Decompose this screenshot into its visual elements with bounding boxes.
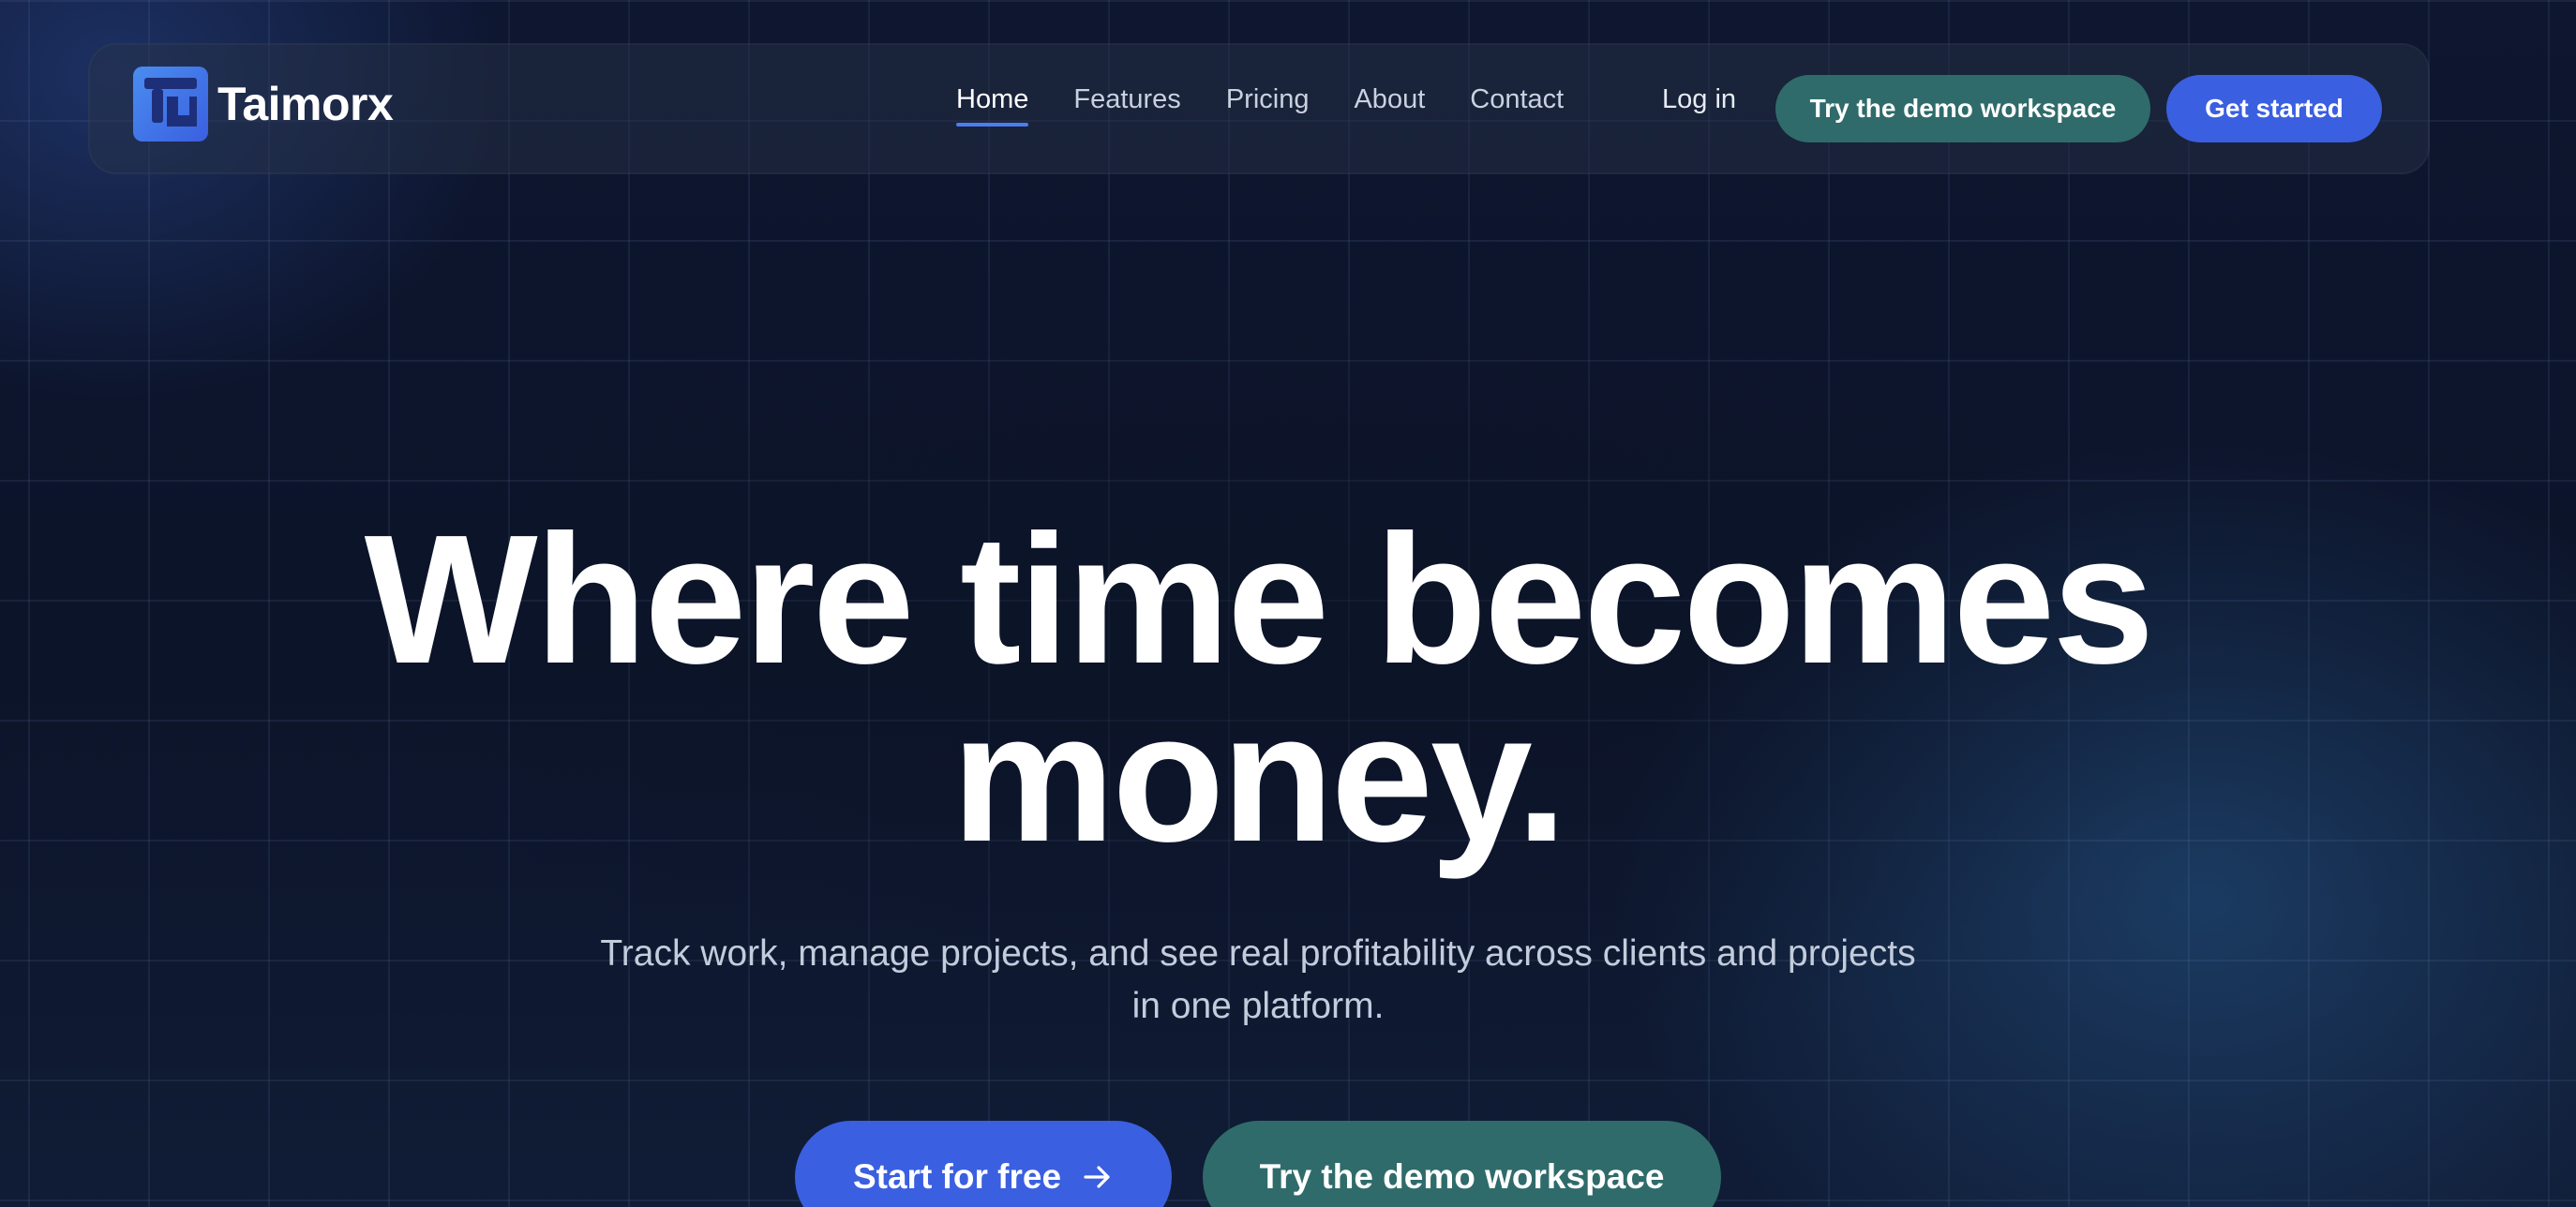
brand-name: Taimorx <box>217 78 394 130</box>
hero-title-line-2: money. <box>951 675 1567 880</box>
nav-link-about[interactable]: About <box>1354 84 1425 123</box>
arrow-right-icon <box>1082 1161 1114 1193</box>
brand-logo-link[interactable]: Taimorx <box>133 66 394 142</box>
hero-subtitle: Track work, manage projects, and see rea… <box>538 928 1978 1033</box>
hero-title-line-1: Where time becomes <box>364 497 2155 702</box>
nav-link-features[interactable]: Features <box>1073 84 1180 123</box>
hero-subtitle-line-1: Track work, manage projects, and see rea… <box>600 933 1916 974</box>
nav-link-contact[interactable]: Contact <box>1470 84 1564 123</box>
nav-links: Home Features Pricing About Contact <box>956 84 1609 127</box>
login-link[interactable]: Log in <box>1662 84 1736 115</box>
start-for-free-button[interactable]: Start for free <box>795 1121 1172 1207</box>
taimorx-logo-icon <box>133 67 208 142</box>
nav-link-home[interactable]: Home <box>956 84 1029 127</box>
nav-link-pricing[interactable]: Pricing <box>1226 84 1310 123</box>
hero-subtitle-line-2: in one platform. <box>1131 986 1385 1026</box>
top-navbar: Taimorx Home Features Pricing About Cont… <box>88 43 2430 174</box>
hero-demo-workspace-button[interactable]: Try the demo workspace <box>1203 1121 1721 1207</box>
nav-demo-workspace-button[interactable]: Try the demo workspace <box>1775 75 2150 142</box>
get-started-button[interactable]: Get started <box>2166 75 2382 142</box>
landing-page: Taimorx Home Features Pricing About Cont… <box>0 0 2576 1207</box>
hero-title: Where time becomes money. <box>0 508 2516 870</box>
start-for-free-label: Start for free <box>852 1157 1062 1196</box>
